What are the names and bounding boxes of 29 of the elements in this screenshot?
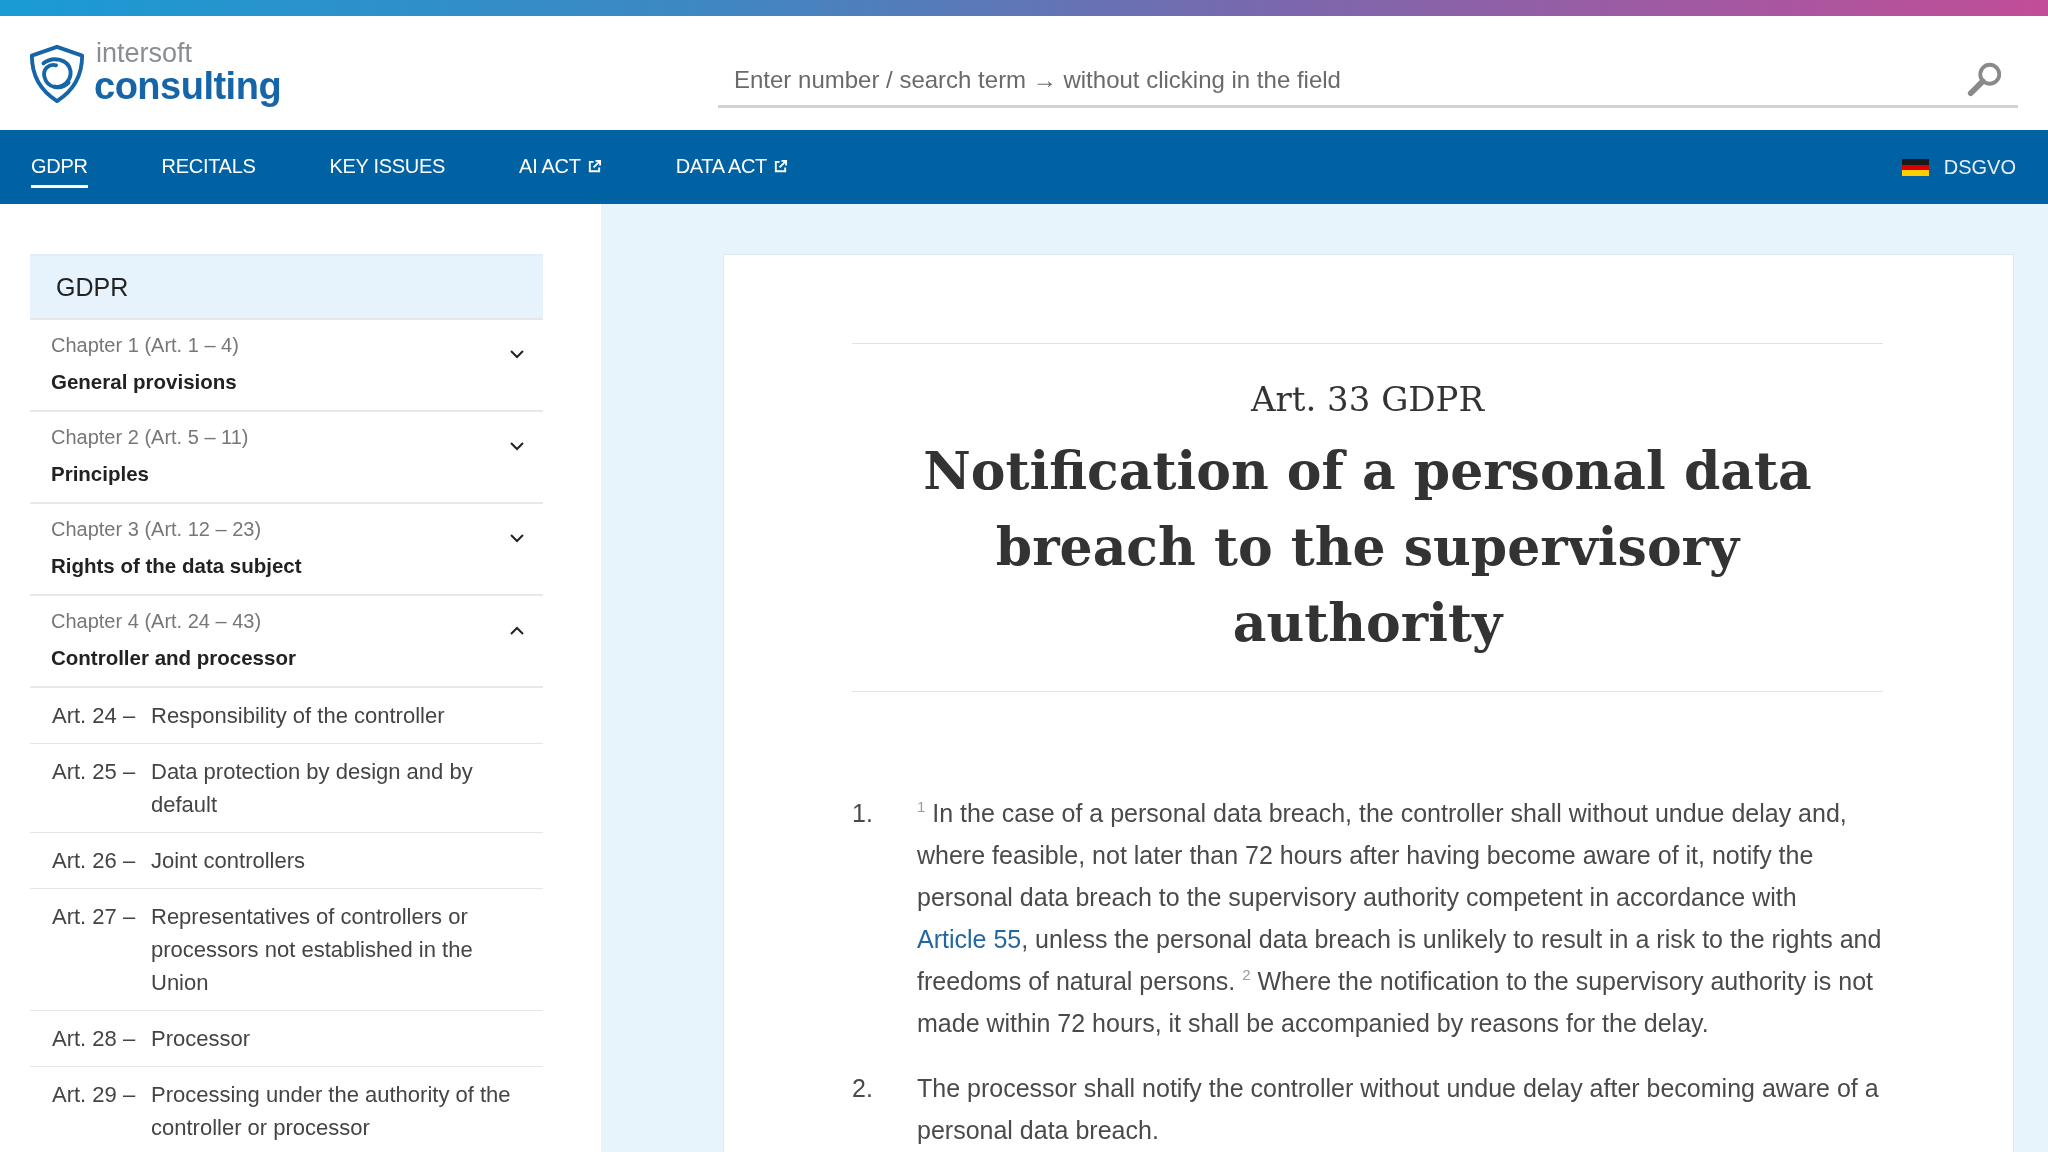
article-title: Notification of a personal data breach to the supervisory authority <box>922 439 1813 655</box>
article-label: Art. 33 GDPR <box>1249 378 1486 421</box>
chapter-toggle[interactable]: Chapter 4 (Art. 24 – 43) Controller and processor <box>30 596 543 688</box>
language-link[interactable]: DSGVO <box>1943 155 2016 179</box>
paragraph-text: $^{1}$ In the case of a personal data breach, the controller shall without undue delay and, where feasible, not later than 72 hours after having become aware of it, notify the personal data breach to the supervisory authority competent in accordance with Article 55, unless the personal data breach is unlikely to result in a risk to the rights and freedoms of natural persons. $^{2}$ Where the notification to the supervisory authority is not made within 72 hours, it shall be accompanied by reasons for the delay. <box>917 797 1883 1039</box>
chapter-toggle[interactable]: Chapter 2 (Art. 5 – 11) Principles <box>30 412 543 504</box>
article-link[interactable]: Art. 25 – Data protection by design and by default <box>30 744 543 833</box>
article-link[interactable]: Art. 29 – Processing under the authority of the controller or processor <box>30 1067 543 1152</box>
sidebar-heading: GDPR <box>30 254 543 320</box>
article-link[interactable]: Art. 28 – Processor <box>30 1011 543 1067</box>
chapter-toggle[interactable]: Chapter 3 (Art. 12 – 23) Rights of the data subject <box>30 504 543 596</box>
chapter-toggle[interactable]: Chapter 1 (Art. 1 – 4) General provisions <box>30 320 543 412</box>
paragraph-number: 2. <box>852 1073 874 1104</box>
logo-text: consulting <box>94 65 282 107</box>
nav-tab[interactable]: DATA ACT <box>675 130 788 188</box>
paragraph-number: 1. <box>852 798 874 829</box>
article-link[interactable]: Article 55 <box>917 925 1022 953</box>
nav-tab[interactable]: KEY ISSUES <box>329 130 446 188</box>
paragraph-text: The processor shall notify the controller without undue delay after becoming aware of a personal data breach. <box>917 1073 1880 1146</box>
nav-tab[interactable]: GDPR <box>31 130 88 188</box>
search-icon[interactable] <box>1966 60 2004 98</box>
german-flag-icon[interactable] <box>1901 158 1929 176</box>
article-link[interactable]: Art. 26 – Joint controllers <box>30 833 543 889</box>
nav-tab[interactable]: RECITALS <box>161 130 256 188</box>
article-link[interactable]: Art. 24 – Responsibility of the controller <box>30 688 543 744</box>
search-field[interactable]: Enter number / search term → without clicking in the field <box>718 54 2018 108</box>
article-link[interactable]: Art. 27 – Representatives of controllers or processors not established in the Union <box>30 889 543 1011</box>
logo-text: intersoft <box>95 41 194 65</box>
nav-tab[interactable]: AI ACT <box>519 130 602 188</box>
